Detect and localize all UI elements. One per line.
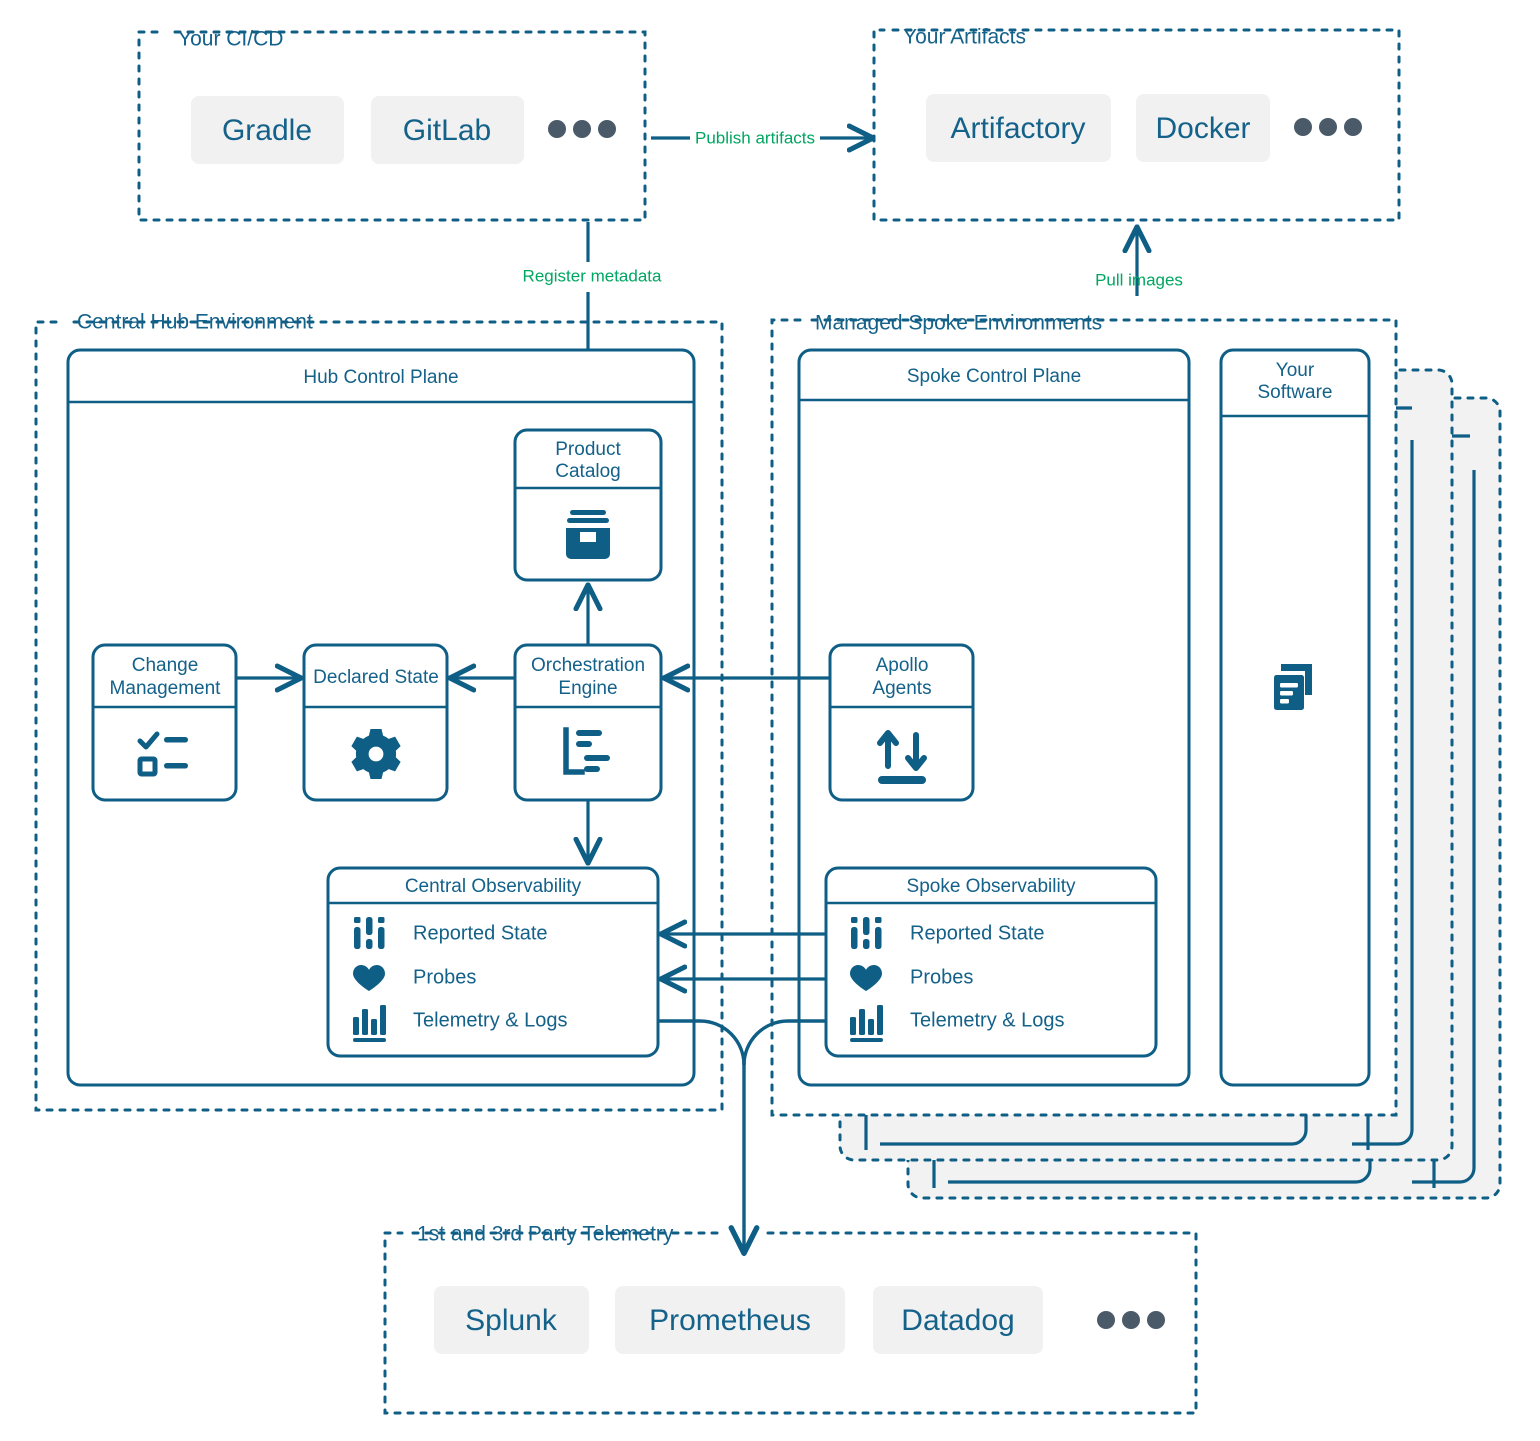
node-apollo-agents[interactable]: Apollo Agents <box>828 643 975 802</box>
product-catalog-title-line2: Catalog <box>555 461 621 482</box>
more-dots-icon <box>1294 118 1362 136</box>
sliders-icon <box>851 917 882 949</box>
node-change-management[interactable]: Change Management <box>91 643 238 802</box>
node-orchestration-engine[interactable]: Orchestration Engine <box>513 643 663 802</box>
publish-artifacts-label: Publish artifacts <box>695 128 815 147</box>
spoke-observability-panel: Spoke Observability Reported State Probe… <box>824 866 1158 1058</box>
ci-cd-pill-gitlab[interactable]: GitLab <box>371 96 524 164</box>
edge-publish-artifacts: Publish artifacts <box>651 128 872 147</box>
central-hub-group-title: Central Hub Environment <box>77 311 313 334</box>
group-your-ci-cd: Your CI/CD Gradle GitLab <box>137 28 647 222</box>
telemetry-pill-prometheus[interactable]: Prometheus <box>615 1286 845 1354</box>
group-telemetry: 1st and 3rd Party Telemetry Splunk Prome… <box>383 1223 1198 1415</box>
spoke-observability-title: Spoke Observability <box>907 876 1076 897</box>
telemetry-pill-prometheus-label: Prometheus <box>649 1304 811 1337</box>
spoke-observability-row-probes: Probes <box>850 965 973 991</box>
your-software-title-line1: Your <box>1276 360 1315 381</box>
change-management-title-line2: Management <box>110 678 222 699</box>
change-management-title-line1: Change <box>132 655 199 676</box>
register-metadata-label: Register metadata <box>523 266 662 285</box>
central-observability-title: Central Observability <box>405 876 582 897</box>
more-dots-icon <box>1097 1311 1165 1329</box>
spoke-observability-label-reported-state: Reported State <box>910 922 1045 944</box>
node-product-catalog[interactable]: Product Catalog <box>513 428 663 582</box>
telemetry-pill-splunk[interactable]: Splunk <box>434 1286 589 1354</box>
orchestration-engine-title-line2: Engine <box>558 678 617 699</box>
central-observability-label-telemetry-logs: Telemetry & Logs <box>413 1009 568 1031</box>
managed-spokes-group-title: Managed Spoke Environments <box>815 312 1102 335</box>
artifacts-pill-artifactory[interactable]: Artifactory <box>926 94 1111 162</box>
central-observability-label-probes: Probes <box>413 966 476 988</box>
central-observability-panel: Central Observability Reported State Pro… <box>326 866 660 1058</box>
architecture-diagram: Your CI/CD Gradle GitLab Your Artifacts … <box>34 26 1502 1415</box>
apollo-agents-title-line1: Apollo <box>876 655 929 676</box>
central-observability-row-reported-state: Reported State <box>354 917 548 949</box>
more-dots-icon <box>548 120 616 138</box>
sliders-icon <box>354 917 385 949</box>
telemetry-pill-datadog[interactable]: Datadog <box>873 1286 1043 1354</box>
artifacts-group-title: Your Artifacts <box>903 26 1026 49</box>
central-observability-row-probes: Probes <box>353 965 476 991</box>
product-catalog-title-line1: Product <box>555 439 621 460</box>
declared-state-title-line1: Declared State <box>313 667 439 688</box>
spoke-observability-row-reported-state: Reported State <box>851 917 1045 949</box>
group-your-artifacts: Your Artifacts Artifactory Docker <box>872 26 1401 222</box>
spoke-observability-label-telemetry-logs: Telemetry & Logs <box>910 1009 1065 1031</box>
ci-cd-pill-gradle-label: Gradle <box>222 114 312 147</box>
orchestration-engine-title-line1: Orchestration <box>531 655 645 676</box>
telemetry-pill-splunk-label: Splunk <box>465 1304 558 1337</box>
telemetry-pill-datadog-label: Datadog <box>901 1304 1014 1337</box>
your-software-title-line2: Software <box>1258 382 1333 403</box>
ci-cd-pill-gradle[interactable]: Gradle <box>191 96 344 164</box>
spoke-observability-label-probes: Probes <box>910 966 973 988</box>
apollo-agents-title-line2: Agents <box>872 678 931 699</box>
pull-images-label: Pull images <box>1095 270 1183 289</box>
your-software-box <box>1219 348 1371 1087</box>
central-observability-label-reported-state: Reported State <box>413 922 548 944</box>
your-software-panel[interactable]: Your Software <box>1219 348 1371 1087</box>
artifacts-pill-docker-label: Docker <box>1155 112 1250 145</box>
artifacts-pill-artifactory-label: Artifactory <box>950 112 1085 145</box>
hub-control-plane-title: Hub Control Plane <box>303 367 458 388</box>
artifacts-pill-docker[interactable]: Docker <box>1136 94 1270 162</box>
group-managed-spoke-environments: Managed Spoke Environments Spoke Control… <box>770 312 1398 1117</box>
group-central-hub-environment: Central Hub Environment Hub Control Plan… <box>34 311 724 1112</box>
ci-cd-group-title: Your CI/CD <box>178 28 283 51</box>
node-declared-state[interactable]: Declared State <box>302 643 449 802</box>
diagram-canvas: Your CI/CD Gradle GitLab Your Artifacts … <box>0 0 1540 1441</box>
ci-cd-pill-gitlab-label: GitLab <box>403 114 491 147</box>
telemetry-group-title: 1st and 3rd Party Telemetry <box>417 1223 674 1246</box>
spoke-control-plane-title: Spoke Control Plane <box>907 366 1081 387</box>
